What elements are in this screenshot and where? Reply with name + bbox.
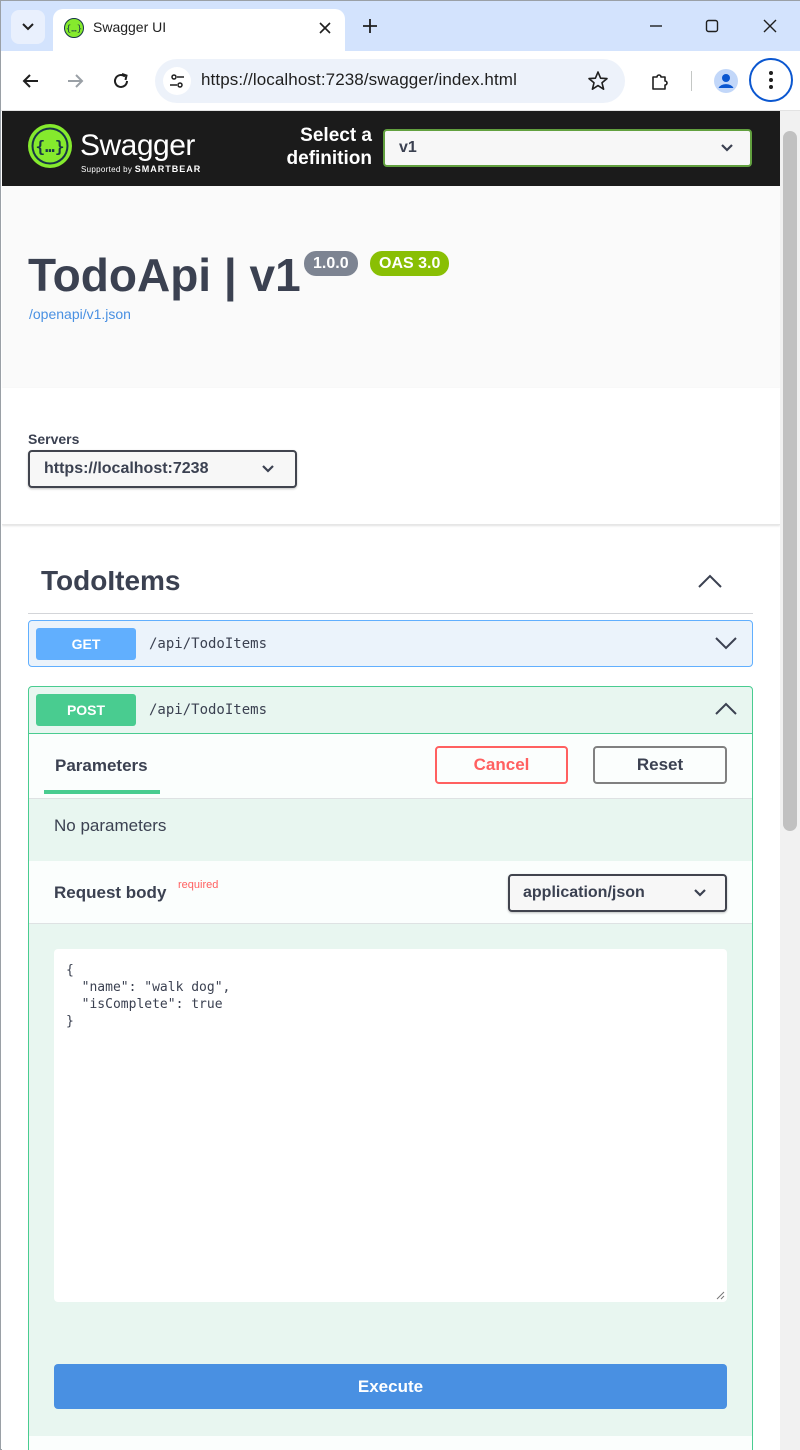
supported-by: Supported by SMARTBEAR bbox=[81, 164, 202, 174]
code-line: { bbox=[66, 963, 74, 978]
reload-button[interactable] bbox=[105, 65, 137, 97]
chevron-up-icon[interactable] bbox=[714, 700, 738, 718]
tag-header-todoitems[interactable]: TodoItems bbox=[28, 551, 753, 614]
responses-header-partial bbox=[29, 1436, 752, 1450]
profile-button[interactable] bbox=[711, 66, 741, 96]
browser-toolbar: https://localhost:7238/swagger/index.htm… bbox=[1, 51, 800, 111]
opblock-get-todoitems[interactable]: GET /api/TodoItems bbox=[28, 620, 753, 667]
definition-select[interactable]: v1 bbox=[383, 129, 752, 167]
chevron-down-icon bbox=[22, 23, 34, 31]
chevron-down-icon bbox=[694, 889, 706, 897]
server-value: https://localhost:7238 bbox=[44, 460, 209, 477]
tab-strip: {…} Swagger UI bbox=[1, 1, 800, 51]
reset-button[interactable]: Reset bbox=[593, 746, 727, 784]
chevron-down-icon bbox=[262, 465, 274, 473]
maximize-icon bbox=[705, 19, 719, 33]
no-parameters-text: No parameters bbox=[54, 816, 167, 835]
version-badge: 1.0.0 bbox=[304, 251, 358, 276]
address-bar[interactable]: https://localhost:7238/swagger/index.htm… bbox=[155, 59, 625, 103]
content-type-value: application/json bbox=[523, 884, 645, 901]
servers-label: Servers bbox=[28, 431, 80, 447]
page-title: TodoApi | v1 bbox=[28, 249, 301, 301]
code-line: "name": "walk dog", bbox=[66, 980, 231, 995]
method-badge-post[interactable]: POST bbox=[36, 694, 136, 726]
swagger-logo-icon: {…} bbox=[28, 124, 72, 168]
site-info-button[interactable] bbox=[163, 67, 191, 95]
method-badge-get: GET bbox=[36, 628, 136, 660]
close-icon bbox=[319, 22, 331, 34]
tag-name: TodoItems bbox=[41, 565, 181, 596]
swagger-brand: Swagger bbox=[80, 129, 195, 162]
required-marker: required bbox=[178, 879, 219, 891]
operation-path[interactable]: /api/TodoItems bbox=[149, 702, 267, 718]
plus-icon bbox=[363, 19, 377, 33]
arrow-left-icon bbox=[22, 74, 38, 88]
request-body-editor[interactable]: { "name": "walk dog", "isComplete": true… bbox=[54, 949, 727, 1302]
browser-window: {…} Swagger UI https://localhost:7238/sw… bbox=[0, 0, 800, 1450]
close-window-button[interactable] bbox=[755, 13, 785, 39]
resize-handle-icon[interactable] bbox=[715, 1290, 725, 1300]
api-info: TodoApi | v1 1.0.0 OAS 3.0 /openapi/v1.j… bbox=[2, 186, 780, 388]
minimize-button[interactable] bbox=[641, 13, 671, 39]
tab-close-button[interactable] bbox=[315, 18, 335, 38]
new-tab-button[interactable] bbox=[359, 15, 381, 37]
servers-section: Servers https://localhost:7238 bbox=[2, 388, 780, 525]
forward-button[interactable] bbox=[59, 65, 91, 97]
avatar-icon bbox=[714, 69, 738, 93]
page-scrollbar[interactable] bbox=[780, 111, 800, 1450]
swagger-topbar: {…} Swagger Supported by SMARTBEAR Selec… bbox=[2, 111, 780, 186]
toolbar-divider bbox=[691, 71, 692, 91]
chevron-down-icon[interactable] bbox=[714, 634, 738, 652]
page-viewport: {…} Swagger Supported by SMARTBEAR Selec… bbox=[2, 111, 780, 1450]
browser-menu-button[interactable] bbox=[749, 58, 793, 102]
definition-value: v1 bbox=[399, 139, 417, 156]
extensions-button[interactable] bbox=[645, 66, 675, 96]
svg-text:{…}: {…} bbox=[36, 137, 65, 156]
chevron-up-icon[interactable] bbox=[697, 571, 723, 591]
browser-tab[interactable]: {…} Swagger UI bbox=[53, 9, 345, 51]
opblock-post-todoitems: POST /api/TodoItems Parameters Cancel Re… bbox=[28, 686, 753, 1450]
tab-title: Swagger UI bbox=[93, 19, 167, 35]
star-icon[interactable] bbox=[587, 70, 609, 92]
svg-text:{…}: {…} bbox=[66, 25, 82, 35]
arrow-right-icon bbox=[68, 74, 84, 88]
swagger-favicon-icon: {…} bbox=[64, 18, 84, 38]
cancel-button[interactable]: Cancel bbox=[435, 746, 568, 784]
request-body-header: Request body required application/json bbox=[29, 861, 752, 924]
puzzle-icon bbox=[652, 74, 668, 90]
openapi-spec-link[interactable]: /openapi/v1.json bbox=[29, 306, 131, 322]
code-line: "isComplete": true bbox=[66, 997, 223, 1012]
close-icon bbox=[763, 19, 777, 33]
operation-path: /api/TodoItems bbox=[149, 636, 268, 652]
chevron-down-icon bbox=[721, 144, 733, 152]
oas-badge: OAS 3.0 bbox=[370, 251, 450, 276]
scrollbar-thumb[interactable] bbox=[783, 131, 797, 831]
operation-body: Parameters Cancel Reset No parameters Re… bbox=[29, 733, 752, 1450]
request-body-label: Request body bbox=[54, 883, 167, 902]
reload-icon bbox=[114, 73, 128, 88]
execute-button[interactable]: Execute bbox=[54, 1364, 727, 1409]
tab-parameters[interactable]: Parameters bbox=[44, 734, 160, 794]
select-definition-label: Select a definition bbox=[286, 125, 372, 169]
parameters-header: Parameters Cancel Reset bbox=[29, 734, 752, 799]
content-type-select[interactable]: application/json bbox=[508, 874, 727, 912]
tab-parameters-label: Parameters bbox=[55, 756, 148, 775]
code-line: } bbox=[66, 1014, 74, 1029]
maximize-button[interactable] bbox=[697, 13, 727, 39]
url-text[interactable]: https://localhost:7238/swagger/index.htm… bbox=[201, 70, 517, 90]
minimize-icon bbox=[650, 25, 662, 27]
tab-search-button[interactable] bbox=[11, 10, 45, 44]
more-vert-icon bbox=[769, 71, 773, 89]
server-select[interactable]: https://localhost:7238 bbox=[28, 450, 297, 488]
back-button[interactable] bbox=[15, 65, 47, 97]
tune-icon bbox=[170, 74, 184, 88]
